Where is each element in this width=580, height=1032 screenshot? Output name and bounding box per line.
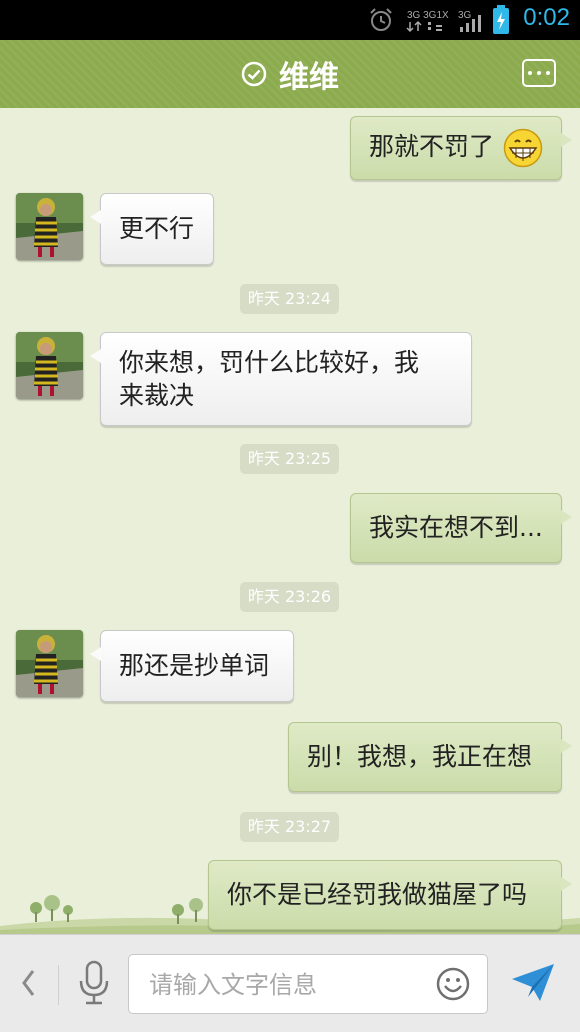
avatar[interactable] bbox=[16, 193, 83, 260]
grin-emoji-icon bbox=[503, 128, 543, 168]
timestamp: 昨天 23:26 bbox=[240, 582, 339, 612]
status-bar: 3G 3G1X 3G 0:02 bbox=[0, 0, 580, 40]
message-incoming[interactable]: 更不行 bbox=[90, 193, 214, 265]
message-text: 别！我想，我正在想 bbox=[307, 742, 533, 771]
avatar[interactable] bbox=[16, 630, 83, 697]
message-incoming[interactable]: 你来想，罚什么比较好，我来裁决 bbox=[90, 332, 472, 426]
message-incoming[interactable]: 那还是抄单词 bbox=[90, 630, 294, 702]
alarm-icon bbox=[370, 8, 392, 31]
back-chevron-icon[interactable] bbox=[20, 969, 36, 997]
smiley-icon[interactable] bbox=[435, 966, 471, 1002]
message-text: 你不是已经罚我做猫屋了吗 bbox=[227, 880, 528, 909]
input-bar bbox=[0, 934, 580, 1032]
check-circle-icon bbox=[241, 61, 267, 87]
message-input[interactable] bbox=[147, 955, 431, 1015]
message-text: 你来想，罚什么比较好，我来裁决 bbox=[119, 348, 420, 410]
message-outgoing[interactable]: 你不是已经罚我做猫屋了吗 bbox=[208, 860, 572, 930]
timestamp: 昨天 23:25 bbox=[240, 444, 339, 474]
message-input-box[interactable] bbox=[128, 954, 488, 1015]
message-text: 那就不罚了 bbox=[369, 132, 495, 161]
timestamp: 昨天 23:24 bbox=[240, 284, 339, 314]
signal-icon: 3G bbox=[458, 10, 481, 32]
timestamp: 昨天 23:27 bbox=[240, 812, 339, 842]
avatar[interactable] bbox=[16, 332, 83, 399]
chat-title: 维维 bbox=[279, 60, 339, 95]
more-options-icon bbox=[528, 71, 532, 75]
message-outgoing[interactable]: 我实在想不到... bbox=[350, 493, 572, 563]
microphone-icon[interactable] bbox=[76, 959, 112, 1009]
svg-text:3G 3G1X: 3G 3G1X bbox=[407, 10, 449, 21]
message-list[interactable]: 那就不罚了 更不行 昨天 23:24 你来想，罚什么比较好，我来裁决 昨天 23… bbox=[0, 108, 580, 934]
message-text: 我实在想不到... bbox=[369, 513, 543, 542]
network-label: 3G bbox=[458, 10, 472, 21]
message-text: 那还是抄单词 bbox=[119, 651, 270, 680]
more-options-button[interactable] bbox=[522, 59, 556, 87]
message-outgoing[interactable]: 那就不罚了 bbox=[350, 116, 572, 180]
title-bar: 维维 bbox=[0, 40, 580, 114]
clock: 0:02 bbox=[523, 4, 570, 31]
battery-charging-icon bbox=[493, 5, 509, 34]
network-3g-icon: 3G 3G1X bbox=[406, 10, 449, 33]
send-icon[interactable] bbox=[510, 961, 556, 1005]
message-outgoing[interactable]: 别！我想，我正在想 bbox=[288, 722, 572, 792]
divider bbox=[58, 965, 59, 1005]
message-text: 更不行 bbox=[119, 214, 195, 243]
